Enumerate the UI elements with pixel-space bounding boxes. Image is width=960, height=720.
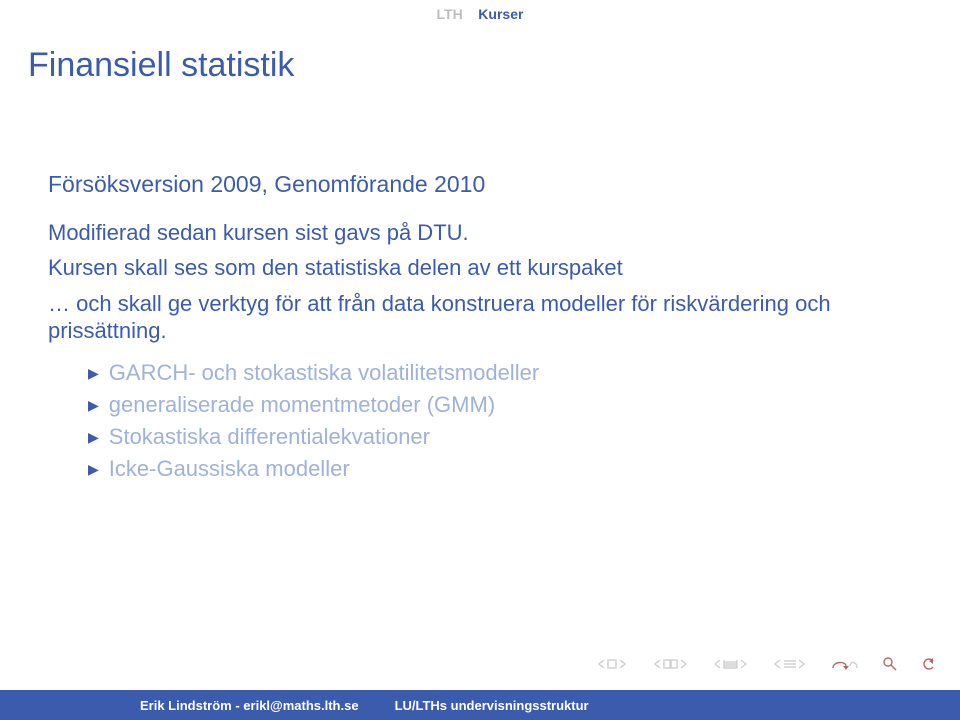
nav-section-prev-next[interactable] <box>712 657 750 671</box>
bullet-text: Icke-Gaussiska modeller <box>109 455 350 483</box>
body-content: Försöksversion 2009, Genomförande 2010 M… <box>48 170 912 483</box>
bullet-text: Stokastiska differentialekvationer <box>109 423 430 451</box>
triangle-icon: ▶ <box>88 455 99 483</box>
para-2: Kursen skall ses som den statistiska del… <box>48 254 912 282</box>
footer-subject: LU/LTHs undervisningsstruktur <box>395 698 589 713</box>
bullet-text: generaliserade momentmetoder (GMM) <box>109 391 495 419</box>
list-item: ▶ generaliserade momentmetoder (GMM) <box>88 391 912 419</box>
list-item: ▶ Stokastiska differentialekvationer <box>88 423 912 451</box>
triangle-icon: ▶ <box>88 423 99 451</box>
tab-lth[interactable]: LTH <box>437 6 463 22</box>
list-item: ▶ GARCH- och stokastiska volatilitetsmod… <box>88 359 912 387</box>
nav-frame-prev-next[interactable] <box>652 657 690 671</box>
slide: LTH Kurser Finansiell statistik Försöksv… <box>0 0 960 720</box>
tab-kurser[interactable]: Kurser <box>478 6 523 22</box>
nav-subsection-prev-next[interactable] <box>772 657 808 671</box>
footer-author: Erik Lindström - erikl@maths.lth.se <box>0 698 395 713</box>
subtitle: Försöksversion 2009, Genomförande 2010 <box>48 170 912 199</box>
nav-refresh-icon[interactable] <box>920 656 936 672</box>
triangle-icon: ▶ <box>88 359 99 387</box>
list-item: ▶ Icke-Gaussiska modeller <box>88 455 912 483</box>
page-title: Finansiell statistik <box>28 46 960 85</box>
triangle-icon: ▶ <box>88 391 99 419</box>
footer-bar: Erik Lindström - erikl@maths.lth.se LU/L… <box>0 690 960 720</box>
para-1: Modifierad sedan kursen sist gavs på DTU… <box>48 219 912 247</box>
para-3: … och skall ge verktyg för att från data… <box>48 290 912 345</box>
beamer-nav <box>596 656 936 672</box>
bullet-list: ▶ GARCH- och stokastiska volatilitetsmod… <box>88 359 912 483</box>
bullet-text: GARCH- och stokastiska volatilitetsmodel… <box>109 359 539 387</box>
nav-slide-prev-next[interactable] <box>596 657 630 671</box>
section-tabs: LTH Kurser <box>0 0 960 22</box>
nav-back-forward[interactable] <box>830 657 860 671</box>
nav-search-icon[interactable] <box>882 656 898 672</box>
